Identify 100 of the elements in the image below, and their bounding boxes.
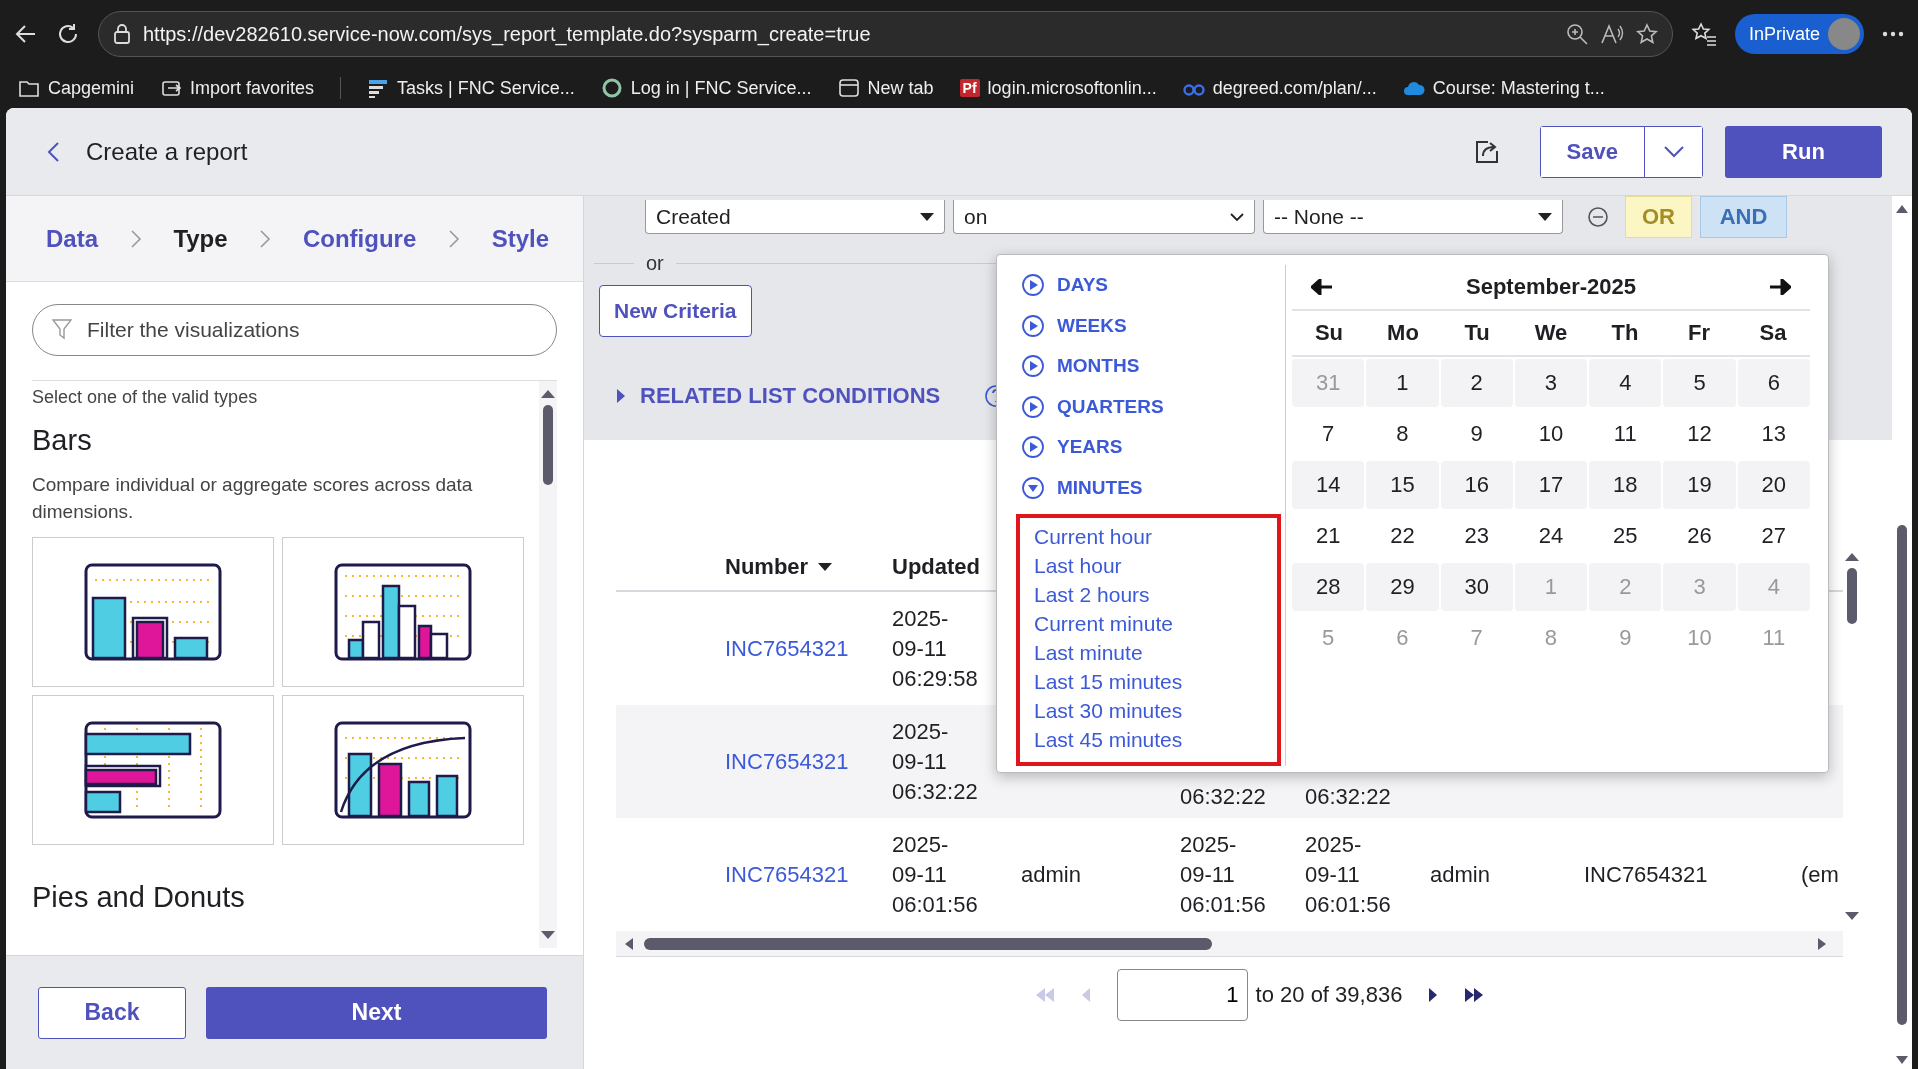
page-field[interactable]: 1 bbox=[1116, 969, 1248, 1021]
calendar-day[interactable]: 12 bbox=[1663, 409, 1736, 458]
weekday-label: Th bbox=[1610, 320, 1640, 346]
range-option[interactable]: MINUTES bbox=[1021, 467, 1285, 508]
column-header[interactable]: Number bbox=[725, 554, 833, 580]
calendar-day[interactable]: 24 bbox=[1514, 511, 1588, 560]
bar bbox=[131, 616, 169, 660]
calendar-day[interactable]: 16 bbox=[1440, 460, 1513, 509]
value-select[interactable]: -- None -- bbox=[1263, 200, 1563, 234]
range-option[interactable]: MONTHS bbox=[1021, 346, 1285, 387]
share-icon[interactable] bbox=[1473, 138, 1500, 165]
calendar-day[interactable]: 8 bbox=[1366, 409, 1439, 458]
save-menu-button[interactable] bbox=[1644, 126, 1702, 177]
and-button[interactable]: AND bbox=[1700, 196, 1787, 238]
step-tab[interactable]: Type bbox=[169, 224, 232, 253]
calendar-day[interactable]: 28 bbox=[1292, 562, 1365, 611]
calendar-day[interactable]: 23 bbox=[1440, 511, 1513, 560]
profile-button[interactable]: InPrivate bbox=[1734, 14, 1864, 54]
calendar-day[interactable]: 20 bbox=[1737, 460, 1810, 509]
visualization-option[interactable] bbox=[32, 537, 274, 687]
address-bar[interactable]: https://dev282610.service-now.com/sys_report_template.do?sysparm_create=true bbox=[98, 11, 1673, 57]
star-icon[interactable] bbox=[1635, 23, 1658, 45]
scrollbar-thumb[interactable] bbox=[543, 405, 553, 485]
preset-link[interactable]: Last 45 minutes bbox=[1034, 725, 1183, 754]
range-option[interactable]: QUARTERS bbox=[1021, 386, 1285, 427]
run-button[interactable]: Run bbox=[1725, 125, 1882, 178]
calendar-day[interactable]: 13 bbox=[1737, 409, 1810, 458]
back-button[interactable]: Back bbox=[38, 986, 186, 1039]
visualization-option[interactable] bbox=[282, 537, 524, 687]
calendar-day[interactable]: 29 bbox=[1366, 562, 1439, 611]
calendar-day[interactable]: 27 bbox=[1737, 511, 1810, 560]
reload-icon[interactable] bbox=[56, 22, 80, 46]
bookmark[interactable]: Course: Mastering t... bbox=[1402, 77, 1605, 99]
preset-link[interactable]: Last 30 minutes bbox=[1034, 696, 1183, 725]
scrollbar[interactable] bbox=[539, 381, 557, 948]
calendar-day[interactable]: 1 bbox=[1366, 358, 1439, 407]
bookmark[interactable]: Import favorites bbox=[160, 77, 315, 99]
preset-link[interactable]: Last minute bbox=[1034, 638, 1143, 667]
read-aloud-icon[interactable] bbox=[1599, 23, 1624, 45]
calendar-day[interactable]: 15 bbox=[1366, 460, 1439, 509]
scrollbar[interactable] bbox=[616, 931, 1843, 957]
calendar-day[interactable]: 3 bbox=[1514, 358, 1588, 407]
visualization-option[interactable] bbox=[32, 695, 274, 845]
calendar-day[interactable]: 11 bbox=[1589, 409, 1662, 458]
range-option[interactable]: DAYS bbox=[1021, 265, 1285, 306]
calendar-day[interactable]: 14 bbox=[1292, 460, 1365, 509]
calendar-day[interactable]: 18 bbox=[1589, 460, 1662, 509]
bookmark[interactable]: Log in | FNC Service... bbox=[600, 77, 812, 99]
favorites-icon[interactable] bbox=[1690, 22, 1717, 46]
field-select[interactable]: Created bbox=[645, 200, 945, 234]
calendar-day[interactable]: 21 bbox=[1292, 511, 1365, 560]
scrollbar-thumb[interactable] bbox=[644, 937, 1212, 950]
preset-link[interactable]: Current minute bbox=[1034, 609, 1173, 638]
remove-icon[interactable] bbox=[1587, 206, 1609, 228]
filter-field[interactable]: Filter the visualizations bbox=[32, 304, 557, 356]
calendar-day[interactable]: 10 bbox=[1514, 409, 1588, 458]
back-chevron-icon[interactable] bbox=[46, 140, 60, 163]
calendar-day[interactable]: 4 bbox=[1589, 358, 1662, 407]
month-title: September-2025 bbox=[1465, 274, 1637, 300]
weekday-label: Sa bbox=[1758, 320, 1788, 346]
calendar-day[interactable]: 7 bbox=[1292, 409, 1365, 458]
bookmark[interactable]: Pf login.microsoftonlin... bbox=[959, 77, 1157, 99]
calendar-day[interactable]: 22 bbox=[1366, 511, 1439, 560]
scrollbar-thumb[interactable] bbox=[1847, 568, 1857, 624]
calendar-day[interactable]: 30 bbox=[1440, 562, 1513, 611]
related-list-toggle[interactable]: RELATED LIST CONDITIONS bbox=[616, 383, 941, 409]
calendar-day[interactable]: 26 bbox=[1663, 511, 1736, 560]
calendar-day[interactable]: 17 bbox=[1514, 460, 1588, 509]
calendar-day[interactable]: 5 bbox=[1663, 358, 1736, 407]
calendar-day[interactable]: 25 bbox=[1589, 511, 1662, 560]
next-page-icon[interactable] bbox=[1428, 988, 1439, 1002]
bookmark[interactable]: Capgemini bbox=[18, 77, 135, 99]
visualization-option[interactable] bbox=[282, 695, 524, 845]
operator-select[interactable]: on bbox=[953, 200, 1255, 234]
record-link[interactable]: INC7654321 bbox=[725, 746, 892, 777]
calendar-day[interactable]: 6 bbox=[1737, 358, 1810, 407]
calendar-day[interactable]: 9 bbox=[1440, 409, 1513, 458]
last-page-icon[interactable] bbox=[1464, 988, 1485, 1002]
step-tab[interactable]: Style bbox=[487, 224, 553, 253]
step-tab[interactable]: Configure bbox=[298, 224, 421, 253]
preset-link[interactable]: Last 2 hours bbox=[1034, 580, 1150, 609]
record-link[interactable]: INC7654321 bbox=[725, 859, 892, 890]
record-link[interactable]: INC7654321 bbox=[725, 633, 892, 664]
new-criteria-button[interactable]: New Criteria bbox=[599, 285, 752, 337]
range-option[interactable]: WEEKS bbox=[1021, 305, 1285, 346]
column-header[interactable]: Updated bbox=[892, 554, 980, 580]
next-button[interactable]: Next bbox=[206, 986, 547, 1039]
bookmark[interactable]: New tab bbox=[837, 77, 934, 99]
range-option[interactable]: YEARS bbox=[1021, 427, 1285, 468]
scrollbar-thumb[interactable] bbox=[1897, 525, 1907, 1025]
calendar-day[interactable]: 19 bbox=[1663, 460, 1736, 509]
bookmark[interactable]: degreed.com/plan/... bbox=[1182, 77, 1377, 99]
preset-link[interactable]: Last 15 minutes bbox=[1034, 667, 1183, 696]
step-tab[interactable]: Data bbox=[42, 224, 103, 253]
more-icon[interactable] bbox=[1882, 31, 1904, 37]
zoom-icon[interactable] bbox=[1565, 23, 1588, 45]
bookmark[interactable]: Tasks | FNC Service... bbox=[367, 77, 575, 99]
preset-link[interactable]: Current hour bbox=[1034, 522, 1152, 551]
preset-link[interactable]: Last hour bbox=[1034, 551, 1122, 580]
calendar-day[interactable]: 2 bbox=[1440, 358, 1513, 407]
